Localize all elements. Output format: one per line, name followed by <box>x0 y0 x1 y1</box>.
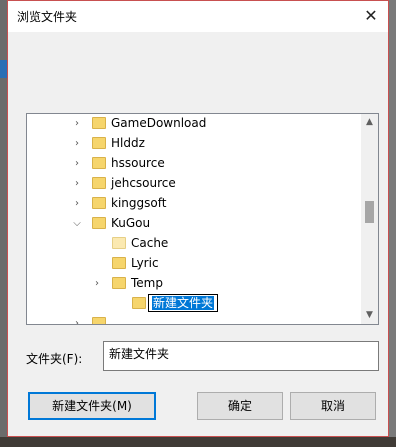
tree-item-editing[interactable]: 新建文件夹 <box>27 294 361 314</box>
scroll-up-icon[interactable]: ▲ <box>361 114 378 131</box>
tree-item-label: GameDownload <box>111 116 207 130</box>
ok-button[interactable]: 确定 <box>197 392 283 420</box>
folder-icon <box>92 137 106 149</box>
folder-icon <box>92 177 106 189</box>
folder-name-input[interactable]: 新建文件夹 <box>103 341 379 371</box>
folder-icon <box>112 237 126 249</box>
tree-item[interactable]: › hssource <box>27 154 361 174</box>
chevron-right-icon[interactable]: › <box>71 137 83 151</box>
folder-icon <box>92 117 106 129</box>
folder-tree[interactable]: › GameDownload › Hlddz › hssource › jehc… <box>26 113 379 325</box>
folder-icon <box>132 297 146 309</box>
folder-field-label: 文件夹(F): <box>26 352 83 366</box>
window-title: 浏览文件夹 <box>17 10 78 24</box>
tree-item-label: jehcsource <box>111 176 176 190</box>
tree-item[interactable]: › kinggsoft <box>27 194 361 214</box>
chevron-right-icon[interactable]: › <box>71 157 83 171</box>
tree-item-label: KuGou <box>111 216 151 230</box>
tree-item[interactable]: › Hlddz <box>27 134 361 154</box>
folder-icon <box>112 277 126 289</box>
chevron-right-icon: › <box>75 318 79 325</box>
folder-icon <box>92 317 106 324</box>
rename-selection: 新建文件夹 <box>152 296 215 310</box>
chevron-down-icon[interactable]: ⌵ <box>71 217 83 231</box>
tree-item-label: Temp <box>131 276 163 290</box>
tree-item[interactable]: Cache <box>27 234 361 254</box>
tree-item[interactable]: › jehcsource <box>27 174 361 194</box>
tree-item-label: Cache <box>131 236 169 250</box>
tree-item-label: Hlddz <box>111 136 145 150</box>
folder-icon <box>92 197 106 209</box>
tree-item-label: kinggsoft <box>111 196 167 210</box>
scroll-thumb[interactable] <box>365 201 374 223</box>
tree-item[interactable]: › GameDownload <box>27 114 361 134</box>
tree-item[interactable]: Lyric <box>27 254 361 274</box>
title-bar[interactable]: 浏览文件夹 ✕ <box>8 1 388 32</box>
tree-item-label: Lyric <box>131 256 159 270</box>
rename-input[interactable]: 新建文件夹 <box>148 294 219 312</box>
cancel-button[interactable]: 取消 <box>290 392 376 420</box>
tree-item-partial: › <box>27 314 361 325</box>
background-bottom <box>0 437 396 447</box>
tree-item[interactable]: › Temp <box>27 274 361 294</box>
scroll-down-icon[interactable]: ▼ <box>361 307 378 324</box>
browse-folder-dialog: 浏览文件夹 ✕ › GameDownload › Hlddz › hssourc… <box>7 0 389 437</box>
tree-scrollbar[interactable]: ▲ ▼ <box>361 114 378 324</box>
folder-icon <box>92 157 106 169</box>
folder-icon <box>92 217 106 229</box>
tree-item-label: hssource <box>111 156 165 170</box>
chevron-right-icon[interactable]: › <box>71 197 83 211</box>
folder-icon <box>112 257 126 269</box>
tree-item[interactable]: ⌵ KuGou <box>27 214 361 234</box>
chevron-right-icon[interactable]: › <box>71 177 83 191</box>
close-button[interactable]: ✕ <box>356 3 386 29</box>
chevron-right-icon[interactable]: › <box>91 277 103 291</box>
chevron-right-icon[interactable]: › <box>71 117 83 131</box>
new-folder-button[interactable]: 新建文件夹(M) <box>28 392 156 420</box>
